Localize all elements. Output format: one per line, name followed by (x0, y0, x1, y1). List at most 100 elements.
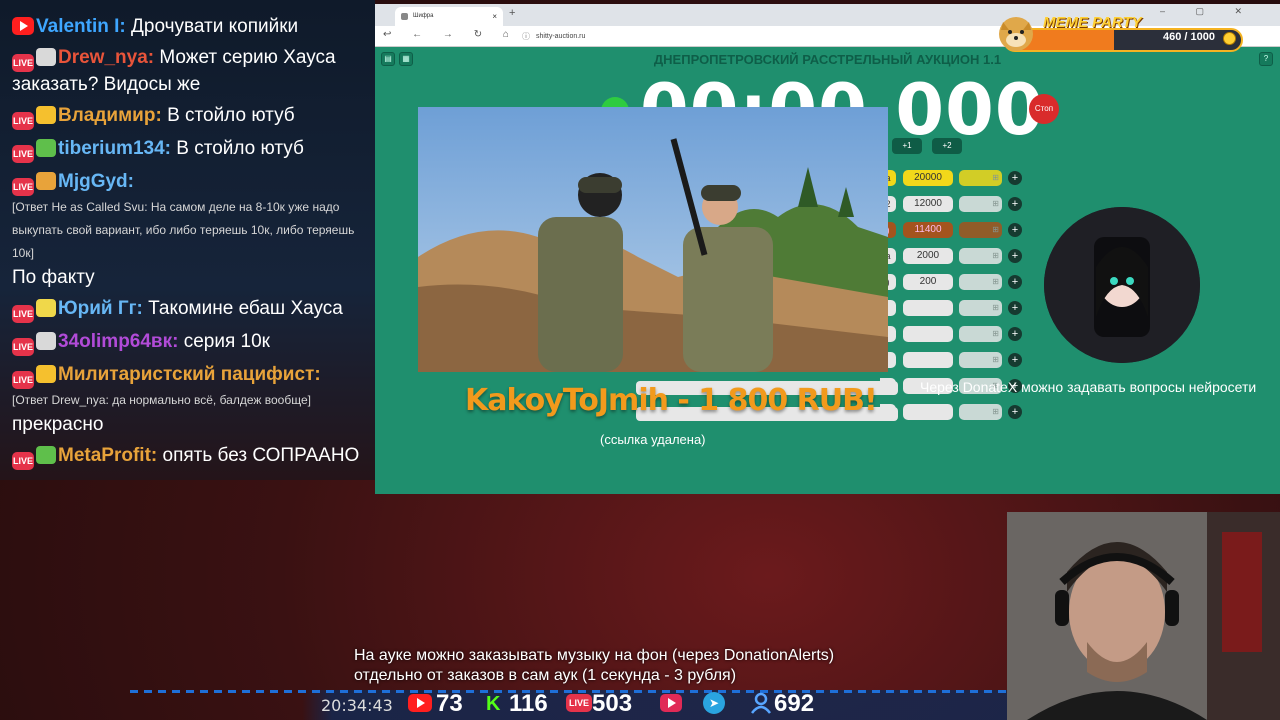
lot-amount[interactable]: 2000 (903, 248, 953, 264)
lot-add-button[interactable]: + (1008, 405, 1022, 419)
lot-amount[interactable]: 200 (903, 274, 953, 290)
youtube-icon (408, 694, 432, 712)
lot-add-button[interactable]: + (1008, 249, 1022, 263)
lot-add-amount-input[interactable] (959, 274, 1002, 290)
lot-add-button[interactable]: + (1008, 223, 1022, 237)
user-badge-icon (36, 106, 56, 124)
meme-party-count: 460 / 1000 (1163, 31, 1215, 43)
chat-nickname[interactable]: Милитаристский пацифист: (58, 364, 321, 385)
lot-add-amount-input[interactable] (959, 170, 1002, 186)
lot-add-amount-input[interactable] (959, 222, 1002, 238)
lot-row: + (880, 300, 1030, 316)
user-badge-icon (36, 299, 56, 317)
info-subtitle: На ауке можно заказывать музыку на фон (… (354, 646, 834, 686)
lot-add-button[interactable]: + (1008, 327, 1022, 341)
lot-name[interactable] (880, 378, 896, 394)
rutube-icon (660, 694, 682, 712)
chat-text: По факту (12, 267, 95, 288)
lot-add-button[interactable]: + (1008, 275, 1022, 289)
chat-nickname[interactable]: 34olimp64вк: (58, 331, 178, 352)
kick-icon: K (486, 693, 501, 715)
user-badge-icon (36, 48, 56, 66)
lot-amount[interactable] (903, 352, 953, 368)
favicon-icon (401, 13, 408, 20)
subtitle-line-2: отдельно от заказов в сам аук (1 секунда… (354, 667, 737, 684)
user-badge-icon (36, 172, 56, 190)
chat-nickname[interactable]: MjgGyd: (58, 171, 134, 192)
vklive-icon: LIVE (12, 338, 34, 356)
lot-add-button[interactable]: + (1008, 197, 1022, 211)
chat-nickname[interactable]: Юрий Гг: (58, 298, 143, 319)
lot-add-button[interactable]: + (1008, 301, 1022, 315)
chat-message: LIVE Drew_nya: Может серию Хауса заказать… (12, 45, 363, 97)
lot-row: a2000+ (880, 248, 1030, 264)
chat-message: LIVE tiberium134: В стойло ютуб (12, 136, 363, 163)
user-badge-icon (36, 365, 56, 383)
lot-add-amount-input[interactable] (959, 300, 1002, 316)
chat-nickname[interactable]: Valentin I: (36, 16, 126, 37)
lot-amount[interactable] (903, 326, 953, 342)
lot-row: + (880, 352, 1030, 368)
stop-button[interactable]: Стоп (1029, 94, 1059, 124)
lot-add-button[interactable]: + (1008, 353, 1022, 367)
chat-nickname[interactable]: Drew_nya: (58, 47, 154, 68)
vklive-icon: LIVE (12, 112, 34, 130)
lot-amount[interactable]: 12000 (903, 196, 953, 212)
user-badge-icon (36, 446, 56, 464)
stream-clock: 20:34:43 (321, 696, 393, 715)
lot-add-amount-input[interactable] (959, 196, 1002, 212)
meme-party-title: MEME PARTY (1043, 14, 1142, 31)
lot-amount[interactable]: 11400 (903, 222, 953, 238)
chat-text: В стойло ютуб (176, 138, 304, 159)
chat-text: опять без СОПРААНО (162, 445, 360, 466)
chat-message: LIVE MjgGyd: [Ответ He as Called Svu: На … (12, 169, 363, 290)
vtuber-avatar (1044, 207, 1200, 363)
lot-row: 212000+ (880, 196, 1030, 212)
meme-party-widget: MEME PARTY 460 / 1000 (995, 12, 1245, 54)
chat-nickname[interactable]: tiberium134: (58, 138, 171, 159)
user-badge-icon (36, 332, 56, 350)
lot-row: )200+ (880, 274, 1030, 290)
nav-buttons[interactable]: ↩ ← → ↻ ⌂ (383, 29, 518, 40)
lot-add-amount-input[interactable] (959, 352, 1002, 368)
youtube-icon (12, 17, 34, 35)
ai-caption: Через DonateX можно задавать вопросы ней… (920, 379, 1257, 395)
removed-link-text: (ссылка удалена) (600, 432, 706, 447)
coin-icon (1223, 32, 1236, 45)
vklive-icon: LIVE (12, 371, 34, 389)
chat-message: LIVE MetaProfit: опять без СОПРААНО (12, 443, 363, 470)
close-tab-icon[interactable]: × (492, 7, 497, 26)
chat-message: LIVE 34olimp64вк: серия 10к (12, 329, 363, 356)
browser-tab[interactable]: Шифра × (395, 7, 503, 26)
lot-name[interactable] (880, 404, 896, 420)
tab-title: Шифра (413, 13, 434, 19)
lot-row: a20000+ (880, 170, 1030, 186)
lot-amount[interactable] (903, 300, 953, 316)
chat-message: Valentin I: Дрочувати копийки (12, 14, 363, 39)
add-2-minute-button[interactable]: +2 (932, 138, 962, 154)
lot-add-amount-input[interactable] (959, 404, 1002, 420)
kick-viewers: 116 (509, 690, 548, 717)
lot-amount[interactable] (903, 404, 953, 420)
video-player[interactable] (418, 107, 888, 372)
youtube-viewers: 73 (436, 690, 463, 717)
chat-nickname[interactable]: MetaProfit: (58, 445, 157, 466)
vklive-icon: LIVE (12, 305, 34, 323)
donation-alert: KakoyToJmih - 1 800 RUB! (465, 383, 878, 418)
chat-nickname[interactable]: Владимир: (58, 105, 162, 126)
lot-add-button[interactable]: + (1008, 171, 1022, 185)
lot-row: )11400+ (880, 222, 1030, 238)
user-badge-icon (36, 139, 56, 157)
lot-add-amount-input[interactable] (959, 326, 1002, 342)
user-icon (751, 692, 771, 714)
lot-row: + (880, 404, 1030, 420)
add-1-minute-button[interactable]: +1 (892, 138, 922, 154)
subtitle-line-1: На ауке можно заказывать музыку на фон (… (354, 647, 835, 664)
vklive-icon: LIVE (566, 694, 592, 712)
telegram-icon: ➤ (703, 692, 725, 714)
lot-add-amount-input[interactable] (959, 248, 1002, 264)
lot-amount[interactable]: 20000 (903, 170, 953, 186)
new-tab-button[interactable]: + (509, 7, 515, 19)
chat-message: LIVE Владимир: В стойло ютуб (12, 103, 363, 130)
chat-reply-quote: [Ответ He as Called Svu: На самом деле н… (12, 200, 355, 260)
